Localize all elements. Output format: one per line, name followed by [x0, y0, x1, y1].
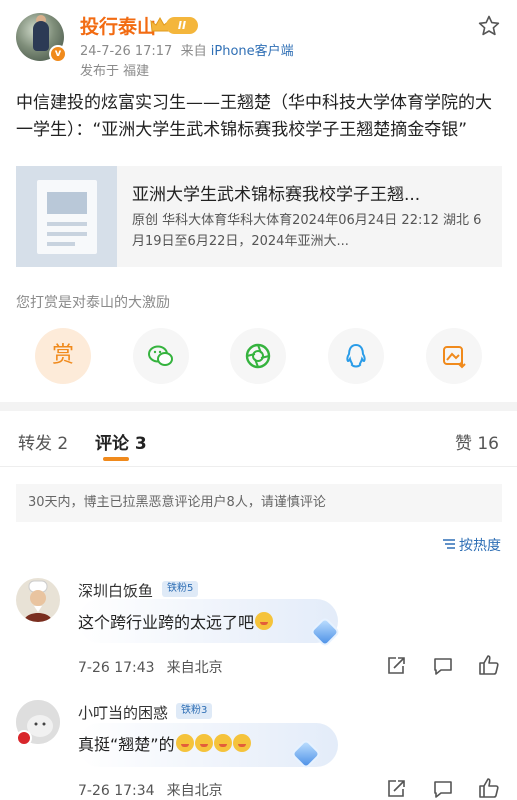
qq-pay-button[interactable]	[328, 328, 384, 384]
author-name[interactable]: 投行泰山	[80, 12, 156, 39]
aperture-icon	[245, 343, 271, 369]
tab-repost[interactable]: 转发 2	[18, 429, 68, 454]
emoji-icon	[255, 612, 274, 630]
image-save-button[interactable]	[426, 328, 482, 384]
wechat-icon	[148, 345, 173, 366]
verified-badge-icon: v	[49, 45, 67, 63]
document-icon	[37, 180, 97, 254]
rank-label: II	[166, 17, 198, 34]
section-divider	[0, 402, 517, 411]
post-header: v 投行泰山 II 24-7-26 17:17 来自 iPhone客户端 发布于…	[0, 0, 517, 82]
post-text: 中信建投的炫富实习生——王翘楚（华中科技大学体育学院的大一学生）：“亚洲大学生武…	[16, 93, 492, 140]
image-placeholder	[47, 192, 87, 214]
comment-text-content: 真挺“翘楚”的	[78, 735, 175, 754]
tab-comments[interactable]: 评论 3	[95, 429, 147, 454]
comment-location: 来自北京	[166, 783, 223, 799]
commenter-avatar[interactable]	[16, 578, 60, 622]
fan-badge: 铁粉5	[162, 581, 199, 597]
favorite-star-icon[interactable]	[477, 14, 501, 38]
sort-label: 按热度	[459, 538, 501, 554]
article-thumbnail-icon	[16, 166, 117, 267]
commenter-name[interactable]: 深圳白饭鱼	[78, 580, 153, 601]
reward-button[interactable]: 赏	[35, 328, 91, 384]
tab-likes[interactable]: 赞 16	[455, 429, 499, 454]
article-card[interactable]: 亚洲大学生武术锦标赛我校学子王翘... 原创 华科大体育华科大体育2024年06…	[16, 166, 502, 267]
post-source[interactable]: iPhone客户端	[211, 44, 294, 59]
text-line	[47, 222, 87, 226]
emoji-icon	[232, 734, 251, 752]
sort-toggle[interactable]: 按热度	[442, 535, 501, 555]
text-line	[47, 232, 87, 236]
avatar-body	[33, 21, 49, 51]
comment-meta: 7-26 17:34 来自北京	[78, 780, 223, 800]
reward-label: 您打赏是对泰山的大激励	[16, 295, 170, 311]
sort-icon	[443, 539, 455, 549]
blocklist-notice: 30天内，博主已拉黑恶意评论用户8人，请谨慎评论	[16, 484, 502, 522]
commenter-name[interactable]: 小叮当的困惑	[78, 702, 168, 723]
text-line	[47, 242, 75, 246]
interaction-tabs: 转发 2 评论 3 赞 16	[0, 411, 517, 467]
article-title: 亚洲大学生武术锦标赛我校学子王翘...	[132, 185, 421, 205]
comment-text: 这个跨行业跨的太远了吧	[78, 609, 274, 633]
comment-text-content: 这个跨行业跨的太远了吧	[78, 613, 255, 632]
comment-text: 真挺“翘楚”的	[78, 731, 251, 755]
region-flag-icon	[16, 730, 32, 746]
active-tab-indicator	[103, 457, 129, 461]
chef-avatar-icon	[24, 580, 52, 622]
aperture-pay-button[interactable]	[230, 328, 286, 384]
fan-badge: 铁粉3	[176, 703, 213, 719]
post-meta: 24-7-26 17:17 来自 iPhone客户端	[80, 40, 294, 59]
article-description: 原创 华科大体育华科大体育2024年06月24日 22:12 湖北 6月19日至…	[132, 213, 482, 249]
wechat-pay-button[interactable]	[133, 328, 189, 384]
reply-icon[interactable]	[432, 655, 454, 677]
post-location: 发布于 福建	[80, 64, 150, 79]
reply-icon[interactable]	[432, 778, 454, 800]
emoji-icon	[175, 734, 194, 752]
share-icon[interactable]	[385, 778, 407, 800]
share-icon[interactable]	[385, 655, 407, 677]
image-download-icon	[443, 346, 466, 369]
post-timestamp: 24-7-26 17:17	[80, 44, 173, 59]
emoji-icon	[194, 734, 213, 752]
source-prefix: 来自	[180, 44, 207, 59]
rank-badge: II	[150, 14, 200, 36]
comment-time: 7-26 17:34	[78, 783, 155, 799]
reward-label-text: 赏	[51, 343, 74, 368]
reward-options: 赏	[0, 328, 517, 386]
comment-meta: 7-26 17:43 来自北京	[78, 657, 223, 677]
like-icon[interactable]	[478, 777, 500, 799]
qq-icon	[346, 343, 366, 368]
comment-location: 来自北京	[166, 660, 223, 676]
emoji-icon	[213, 734, 232, 752]
like-icon[interactable]	[478, 654, 500, 676]
comment-time: 7-26 17:43	[78, 660, 155, 676]
